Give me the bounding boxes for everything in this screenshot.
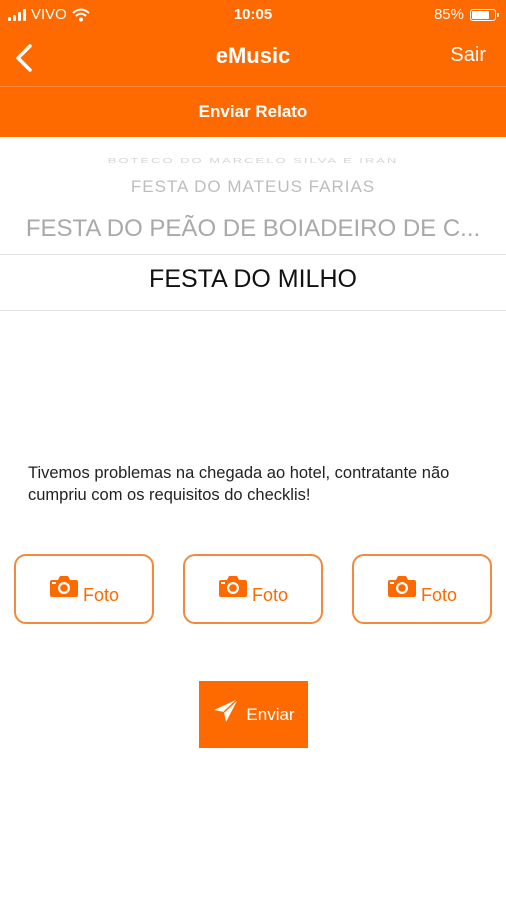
battery-icon — [470, 8, 499, 21]
page-title: Enviar Relato — [0, 86, 506, 137]
send-button-label: Enviar — [246, 704, 295, 724]
photo-button-2[interactable]: Foto — [183, 554, 323, 624]
photo-button-1[interactable]: Foto — [14, 554, 154, 624]
picker-item[interactable]: FESTA DO MATEUS FARIAS — [0, 177, 506, 197]
photo-button-3[interactable]: Foto — [352, 554, 492, 624]
picker-divider-top — [0, 254, 506, 255]
picker-item[interactable]: FESTA DO PEÃO DE BOIADEIRO DE C... — [0, 215, 506, 243]
picker-selected-item[interactable]: FESTA DO MILHO — [0, 265, 506, 294]
photo-button-label: Foto — [420, 584, 458, 605]
battery-group: 85% — [433, 6, 499, 23]
photo-button-label: Foto — [82, 584, 120, 605]
camera-icon — [387, 576, 416, 597]
battery-percent: 85% — [433, 6, 464, 23]
camera-icon — [218, 576, 247, 597]
picker-divider-bottom — [0, 310, 506, 311]
app-title: eMusic — [215, 43, 291, 68]
paper-plane-icon — [214, 697, 239, 722]
send-button[interactable]: Enviar — [199, 681, 308, 748]
navigation-bar: eMusic Sair — [0, 30, 506, 86]
logout-button[interactable]: Sair — [450, 44, 486, 67]
report-message[interactable]: Tivemos problemas na chegada ao hotel, c… — [28, 462, 458, 506]
status-bar: VIVO 10:05 85% — [0, 0, 506, 30]
event-picker[interactable]: BOTECO DO MARCELO SILVA E IRAN FESTA DO … — [0, 137, 506, 312]
photo-button-label: Foto — [251, 584, 289, 605]
status-time: 10:05 — [233, 6, 273, 23]
camera-icon — [49, 576, 78, 597]
picker-item-faded[interactable]: BOTECO DO MARCELO SILVA E IRAN — [0, 157, 506, 166]
